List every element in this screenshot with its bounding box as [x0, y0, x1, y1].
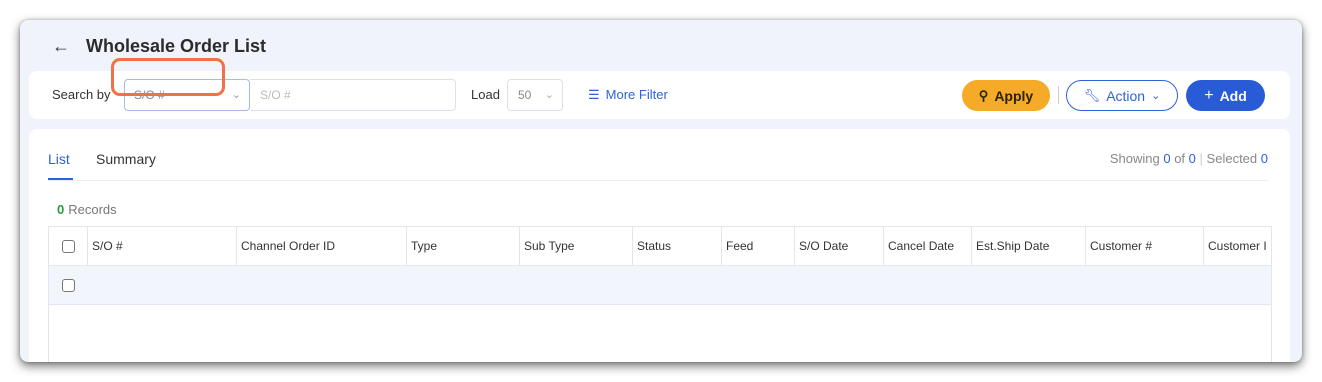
column-header-so-date[interactable]: S/O Date: [795, 227, 884, 265]
search-field-value: S/O #: [134, 88, 165, 102]
search-icon: ⚲: [978, 87, 989, 103]
chevron-down-icon: ⌄: [1151, 90, 1161, 102]
column-header-sub-type[interactable]: Sub Type: [520, 227, 633, 265]
table-row: [49, 266, 1271, 305]
column-header-channel-order-id[interactable]: Channel Order ID: [237, 227, 407, 265]
search-by-label: Search by: [52, 87, 111, 102]
page-title: Wholesale Order List: [86, 35, 267, 56]
add-label: Add: [1219, 87, 1247, 104]
column-header-feed[interactable]: Feed: [722, 227, 795, 265]
app-window: ← Wholesale Order List Search by S/O # ⌄…: [20, 20, 1302, 362]
column-header-type[interactable]: Type: [407, 227, 520, 265]
row-checkbox[interactable]: [62, 279, 75, 292]
results-panel: List Summary Showing 0 of 0 | Selected 0…: [29, 129, 1290, 362]
column-header-customer-number[interactable]: Customer #: [1086, 227, 1204, 265]
apply-label: Apply: [994, 87, 1034, 104]
status-divider: |: [1199, 151, 1203, 166]
load-value: 50: [518, 88, 532, 102]
header-select-cell: [49, 227, 88, 265]
load-select[interactable]: 50 ⌄: [507, 79, 563, 111]
more-filter-link[interactable]: ☰ More Filter: [588, 71, 668, 119]
column-header-so-number[interactable]: S/O #: [88, 227, 237, 265]
toolbar-divider: [1058, 86, 1059, 104]
select-all-checkbox[interactable]: [62, 240, 75, 253]
tabs-divider: [48, 180, 1269, 181]
plus-icon: +: [1204, 86, 1214, 104]
chevron-down-icon: ⌄: [544, 89, 554, 101]
wrench-icon: 🔧︎: [1083, 87, 1101, 103]
showing-count: 0: [1163, 151, 1171, 166]
column-header-status[interactable]: Status: [633, 227, 722, 265]
sliders-icon: ☰: [588, 87, 600, 102]
add-button[interactable]: + Add: [1186, 80, 1265, 111]
column-header-cancel-date[interactable]: Cancel Date: [884, 227, 972, 265]
column-header-est-ship-date[interactable]: Est.Ship Date: [972, 227, 1086, 265]
orders-table: S/O # Channel Order ID Type Sub Type Sta…: [48, 226, 1272, 362]
search-input[interactable]: S/O #: [250, 79, 456, 111]
selected-count: 0: [1260, 151, 1268, 166]
showing-summary: Showing 0 of 0 | Selected 0: [1110, 151, 1268, 166]
arrow-left-icon[interactable]: ←: [52, 37, 72, 55]
records-number: 0: [57, 202, 65, 217]
selected-label: Selected: [1206, 151, 1258, 166]
tab-summary[interactable]: Summary: [96, 151, 156, 167]
total-count: 0: [1188, 151, 1196, 166]
action-dropdown-button[interactable]: 🔧︎ Action ⌄: [1066, 80, 1178, 111]
tab-list[interactable]: List: [48, 151, 70, 167]
search-toolbar: Search by S/O # ⌄ S/O # Load 50 ⌄ ☰ More…: [29, 71, 1290, 119]
showing-label: Showing: [1109, 151, 1160, 166]
of-label: of: [1174, 151, 1186, 166]
search-field-select[interactable]: S/O # ⌄: [124, 79, 250, 111]
chevron-down-icon: ⌄: [231, 89, 241, 101]
records-label: Records: [68, 202, 117, 217]
load-label: Load: [471, 87, 500, 102]
apply-button[interactable]: ⚲ Apply: [962, 80, 1050, 111]
page-header: ← Wholesale Order List: [52, 34, 266, 58]
action-label: Action: [1106, 87, 1146, 104]
table-header: S/O # Channel Order ID Type Sub Type Sta…: [49, 227, 1271, 266]
column-header-customer-name[interactable]: Customer I: [1204, 227, 1271, 265]
records-count: 0 Records: [57, 202, 117, 217]
more-filter-label: More Filter: [605, 87, 668, 102]
